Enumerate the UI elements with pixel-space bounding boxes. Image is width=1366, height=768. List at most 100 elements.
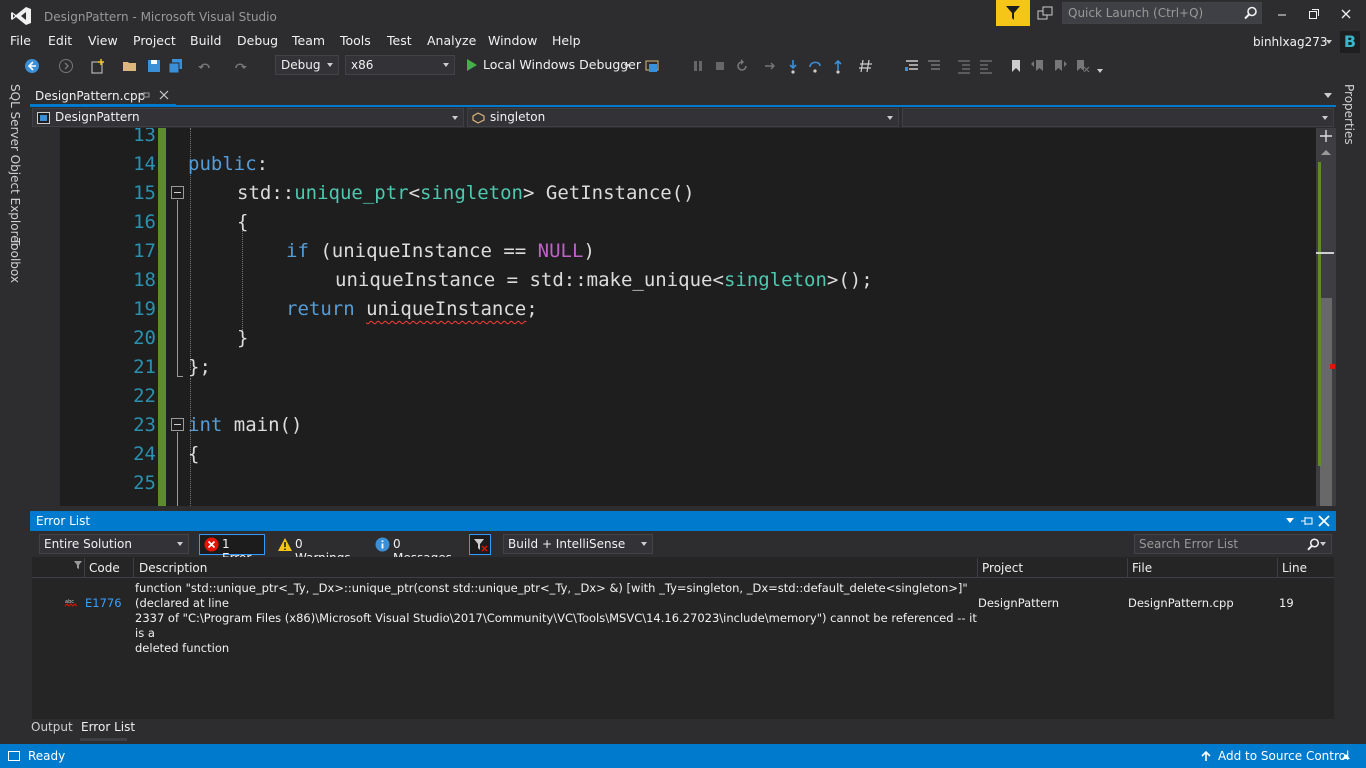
- close-panel-icon[interactable]: [1317, 514, 1331, 528]
- menu-edit[interactable]: Edit: [48, 33, 72, 48]
- project-navigation-dropdown[interactable]: DesignPattern: [32, 108, 464, 127]
- toolbar-overflow-icon[interactable]: [1097, 69, 1103, 73]
- platform-dropdown[interactable]: x86: [345, 55, 455, 75]
- menu-file[interactable]: File: [10, 33, 31, 48]
- menu-window[interactable]: Window: [488, 33, 537, 48]
- editor-vertical-scrollbar[interactable]: [1316, 128, 1336, 506]
- outline-line: [177, 200, 178, 376]
- show-next-statement-icon[interactable]: [762, 58, 778, 74]
- save-all-icon[interactable]: [168, 58, 184, 74]
- hex-display-icon[interactable]: [858, 58, 874, 74]
- collapse-icon[interactable]: [171, 186, 184, 199]
- chevron-up-icon[interactable]: [1342, 754, 1350, 759]
- menu-team[interactable]: Team: [292, 33, 325, 48]
- indent-icon[interactable]: [978, 58, 994, 74]
- error-list-tab[interactable]: Error List: [81, 720, 135, 734]
- menu-test[interactable]: Test: [387, 33, 412, 48]
- clear-bookmarks-icon[interactable]: [1074, 58, 1090, 74]
- error-code-link[interactable]: E1776: [85, 596, 122, 610]
- errors-filter-button[interactable]: 1 Error: [199, 534, 265, 565]
- scope-dropdown[interactable]: Entire Solution: [39, 534, 189, 554]
- close-window-button[interactable]: [1336, 4, 1356, 24]
- new-project-icon[interactable]: [90, 58, 106, 74]
- outdent-icon[interactable]: [956, 58, 972, 74]
- scroll-up-icon[interactable]: [1321, 150, 1331, 155]
- messages-filter-button[interactable]: 0 Messages: [370, 534, 462, 565]
- line-number: 18: [133, 269, 156, 291]
- back-icon[interactable]: [24, 58, 40, 74]
- menu-view[interactable]: View: [88, 33, 118, 48]
- save-icon[interactable]: [146, 58, 162, 74]
- add-to-source-control-button[interactable]: Add to Source Control: [1218, 749, 1349, 763]
- stop-icon[interactable]: [712, 58, 728, 74]
- tab-list-dropdown-icon[interactable]: [1324, 93, 1332, 98]
- sql-server-object-explorer-tab[interactable]: SQL Server Object Explorer: [8, 84, 22, 248]
- step-out-icon[interactable]: [830, 58, 846, 74]
- undo-icon[interactable]: [197, 58, 213, 74]
- properties-tab[interactable]: Properties: [1342, 84, 1356, 145]
- warnings-filter-button[interactable]: 0 Warnings: [272, 534, 364, 565]
- restore-button[interactable]: [1304, 4, 1324, 24]
- menu-build[interactable]: Build: [190, 33, 221, 48]
- source-dropdown[interactable]: Build + IntelliSense: [503, 534, 653, 554]
- start-debugger-button[interactable]: Local Windows Debugger: [483, 57, 641, 72]
- scrollbar-thumb[interactable]: [1320, 298, 1332, 506]
- code-editor[interactable]: 13 14 15 16 17 18 19 20 21 22 23 24 25 p…: [60, 128, 1316, 506]
- pause-icon[interactable]: [690, 58, 706, 74]
- column-header-project[interactable]: Project: [982, 561, 1023, 575]
- chevron-down-icon[interactable]: [624, 64, 630, 68]
- redo-icon[interactable]: [232, 58, 248, 74]
- comment-icon[interactable]: [904, 58, 920, 74]
- next-bookmark-icon[interactable]: [1052, 58, 1068, 74]
- feedback-icon[interactable]: [1036, 5, 1054, 23]
- menu-debug[interactable]: Debug: [237, 33, 278, 48]
- menu-project[interactable]: Project: [133, 33, 176, 48]
- chevron-down-icon[interactable]: [1326, 40, 1332, 44]
- minimize-button[interactable]: [1272, 4, 1292, 24]
- search-icon[interactable]: [1244, 6, 1258, 20]
- notification-filter-button[interactable]: [996, 0, 1030, 26]
- split-window-icon[interactable]: [1320, 130, 1332, 142]
- step-into-icon[interactable]: [785, 58, 801, 74]
- auto-hide-pin-icon[interactable]: [1300, 514, 1314, 528]
- column-header-code[interactable]: Code: [89, 561, 120, 575]
- step-over-icon[interactable]: [807, 58, 823, 74]
- code-line-23: int main(): [188, 414, 303, 436]
- platform-value: x86: [351, 58, 374, 72]
- uncomment-icon[interactable]: [926, 58, 942, 74]
- column-header-file[interactable]: File: [1132, 561, 1152, 575]
- column-filter-icon[interactable]: [74, 561, 82, 569]
- scope-navigation-dropdown[interactable]: singleton: [467, 108, 899, 127]
- restart-icon[interactable]: [734, 58, 750, 74]
- open-file-icon[interactable]: [122, 58, 138, 74]
- document-tab-label[interactable]: DesignPattern.cpp: [35, 89, 145, 103]
- signed-in-user[interactable]: binhlxag273: [1253, 35, 1327, 49]
- menu-analyze[interactable]: Analyze: [427, 33, 476, 48]
- quick-launch-input[interactable]: Quick Launch (Ctrl+Q): [1062, 2, 1262, 24]
- column-header-description[interactable]: Description: [139, 561, 207, 575]
- member-navigation-dropdown[interactable]: [902, 108, 1334, 127]
- bookmark-icon[interactable]: [1008, 58, 1024, 74]
- menu-help[interactable]: Help: [552, 33, 581, 48]
- search-icon[interactable]: [1307, 538, 1320, 551]
- close-tab-icon[interactable]: [158, 89, 170, 101]
- output-tab[interactable]: Output: [31, 720, 73, 734]
- build-filter-toggle[interactable]: [469, 534, 491, 555]
- window-position-icon[interactable]: [1286, 518, 1294, 523]
- previous-bookmark-icon[interactable]: [1030, 58, 1046, 74]
- class-icon: [472, 112, 485, 124]
- pin-icon[interactable]: [140, 90, 150, 100]
- toolbox-tab[interactable]: Toolbox: [8, 238, 22, 283]
- avatar[interactable]: B: [1340, 31, 1360, 53]
- forward-icon[interactable]: [58, 58, 74, 74]
- scope-navigation-value: singleton: [490, 110, 546, 124]
- start-debugging-icon[interactable]: [464, 57, 480, 73]
- arrow-up-icon[interactable]: [1200, 750, 1212, 762]
- process-icon[interactable]: [645, 58, 661, 74]
- configuration-dropdown[interactable]: Debug: [275, 55, 339, 75]
- collapse-icon[interactable]: [171, 418, 184, 431]
- line-number: 16: [133, 211, 156, 233]
- column-header-line[interactable]: Line: [1282, 561, 1307, 575]
- error-list-search-input[interactable]: Search Error List: [1134, 534, 1332, 554]
- menu-tools[interactable]: Tools: [340, 33, 371, 48]
